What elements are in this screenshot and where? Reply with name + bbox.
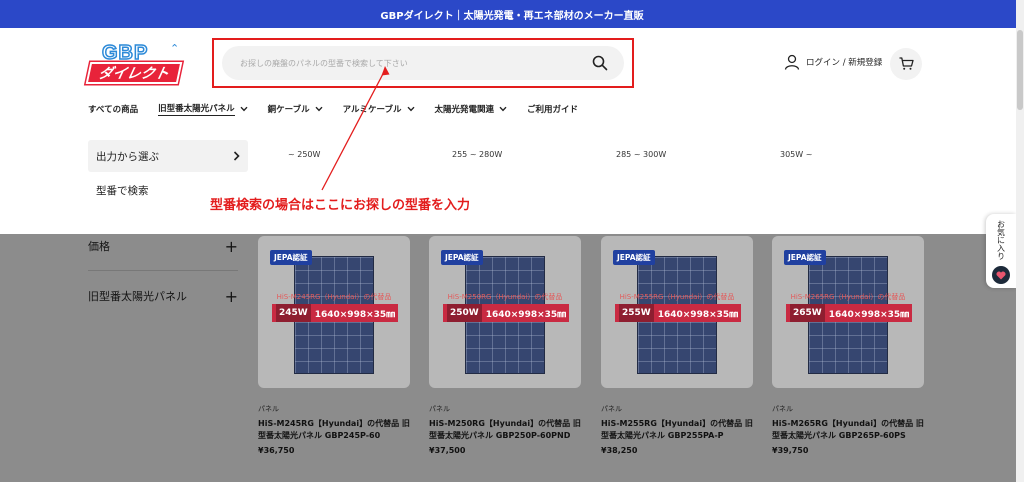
announcement-bar: GBPダイレクト｜太陽光発電・再エネ部材のメーカー直販: [0, 0, 1024, 28]
chevron-down-icon: [240, 106, 248, 112]
logo-arrow-icon: ⌃: [170, 42, 180, 55]
main-nav: すべての商品 旧型番太陽光パネル 銅ケーブル アルミケーブル 太陽光発電関連 ご…: [88, 102, 598, 116]
jepa-badge: JEPA認証: [613, 250, 655, 265]
dropdown-item-label: 型番で検索: [96, 184, 149, 197]
nav-guide[interactable]: ご利用ガイド: [527, 102, 578, 116]
product-size: 1640×998×35㎜: [828, 309, 910, 320]
favorites-label: お気に入り: [996, 220, 1006, 260]
site-logo[interactable]: GBP ⌃ ダイレクト: [84, 41, 184, 86]
filter-divider: [88, 270, 238, 271]
search-input[interactable]: [240, 58, 590, 68]
chevron-down-icon: [315, 106, 323, 112]
heart-icon: [992, 266, 1010, 284]
plus-icon: +: [224, 236, 238, 256]
search-icon: [592, 55, 608, 71]
product-watt: 245W: [276, 304, 311, 322]
dropdown-item-label: 出力から選ぶ: [96, 150, 159, 163]
product-size: 1640×998×35㎜: [485, 309, 567, 320]
dropdown-option-over-305[interactable]: 305W ~: [780, 150, 812, 159]
product-title[interactable]: HiS-M250RG【Hyundai】の代替品 旧型番太陽光パネル GBP250…: [429, 418, 581, 442]
product-card[interactable]: JEPA認証 HiS-M265RG（Hyundai）の代替品 265W 1640…: [772, 236, 924, 455]
product-price: ¥36,750: [258, 446, 295, 455]
product-price: ¥37,500: [429, 446, 466, 455]
product-size: 1640×998×35㎜: [657, 309, 739, 320]
product-spec-stripe: 255W 1640×998×35㎜: [615, 304, 741, 322]
chevron-down-icon: [499, 106, 507, 112]
site-header: GBP ⌃ ダイレクト ログイン / 新規登録 すべての商品: [0, 28, 1016, 124]
cart-button[interactable]: [890, 48, 922, 80]
annotation-text: 型番検索の場合はここにお探しの型番を入力: [210, 198, 471, 213]
filter-label: 価格: [88, 240, 110, 253]
product-spec-stripe: 245W 1640×998×35㎜: [272, 304, 398, 322]
nav-label: 旧型番太陽光パネル: [158, 104, 235, 116]
nav-solar-related[interactable]: 太陽光発電関連: [435, 102, 508, 116]
product-overlay-model: HiS-M245RG（Hyundai）の代替品: [276, 293, 392, 301]
mega-dropdown: 出力から選ぶ 型番で検索 ~ 250W 255 ~ 280W 285 ~ 300…: [0, 124, 1016, 234]
dropdown-option-285-300[interactable]: 285 ~ 300W: [616, 150, 666, 159]
product-watt: 265W: [790, 304, 825, 322]
product-watt: 250W: [447, 304, 482, 322]
nav-label: ご利用ガイド: [527, 105, 579, 115]
chevron-right-icon: [233, 151, 240, 161]
cart-icon: [899, 57, 914, 70]
nav-label: アルミケーブル: [342, 105, 402, 115]
filter-price[interactable]: 価格 +: [88, 234, 238, 258]
product-card[interactable]: JEPA認証 HiS-M250RG（Hyundai）の代替品 250W 1640…: [429, 236, 581, 455]
nav-all-products[interactable]: すべての商品: [88, 102, 138, 116]
filter-legacy-panels[interactable]: 旧型番太陽光パネル +: [88, 284, 238, 308]
plus-icon: +: [224, 286, 238, 306]
dimmed-product-area: 価格 + 旧型番太陽光パネル + JEPA認証 HiS-M245RG（Hyund…: [0, 234, 1016, 482]
jepa-badge: JEPA認証: [784, 250, 826, 265]
product-card[interactable]: JEPA認証 HiS-M245RG（Hyundai）の代替品 245W 1640…: [258, 236, 410, 455]
nav-copper-cable[interactable]: 銅ケーブル: [268, 102, 323, 116]
login-link[interactable]: ログイン / 新規登録: [784, 54, 882, 70]
dropdown-item-by-output[interactable]: 出力から選ぶ: [88, 140, 248, 172]
product-image[interactable]: JEPA認証 HiS-M245RG（Hyundai）の代替品 245W 1640…: [258, 236, 410, 388]
product-category: パネル: [258, 405, 279, 413]
nav-label: 銅ケーブル: [267, 105, 310, 115]
product-spec-stripe: 265W 1640×998×35㎜: [786, 304, 912, 322]
scrollbar-thumb[interactable]: [1017, 30, 1023, 110]
announcement-text: GBPダイレクト｜太陽光発電・再エネ部材のメーカー直販: [380, 10, 644, 22]
product-card[interactable]: JEPA認証 HiS-M255RG（Hyundai）の代替品 255W 1640…: [601, 236, 753, 455]
filter-label: 旧型番太陽光パネル: [88, 290, 187, 303]
product-image[interactable]: JEPA認証 HiS-M265RG（Hyundai）の代替品 265W 1640…: [772, 236, 924, 388]
product-overlay-model: HiS-M255RG（Hyundai）の代替品: [619, 293, 735, 301]
nav-aluminum-cable[interactable]: アルミケーブル: [343, 102, 415, 116]
chevron-down-icon: [406, 106, 415, 112]
product-spec-stripe: 250W 1640×998×35㎜: [443, 304, 569, 322]
search-button[interactable]: [590, 53, 610, 73]
product-price: ¥38,250: [601, 446, 638, 455]
user-icon: [784, 54, 800, 70]
product-title[interactable]: HiS-M245RG【Hyundai】の代替品 旧型番太陽光パネル GBP245…: [258, 418, 410, 442]
product-title[interactable]: HiS-M265RG【Hyundai】の代替品 旧型番太陽光パネル GBP265…: [772, 418, 924, 442]
nav-label: すべての商品: [88, 105, 139, 115]
jepa-badge: JEPA認証: [441, 250, 483, 265]
jepa-badge: JEPA認証: [270, 250, 312, 265]
page-scrollbar[interactable]: [1016, 0, 1024, 482]
dropdown-option-under-250[interactable]: ~ 250W: [288, 150, 320, 159]
logo-brand-text: ダイレクト: [85, 62, 183, 84]
product-category: パネル: [601, 405, 622, 413]
dropdown-option-255-280[interactable]: 255 ~ 280W: [452, 150, 502, 159]
favorites-tab[interactable]: お気に入り: [986, 214, 1016, 288]
product-price: ¥39,750: [772, 446, 809, 455]
product-size: 1640×998×35㎜: [314, 309, 396, 320]
nav-label: 太陽光発電関連: [434, 105, 495, 115]
search-bar: [222, 46, 624, 80]
product-category: パネル: [429, 405, 450, 413]
product-watt: 255W: [619, 304, 654, 322]
product-overlay-model: HiS-M250RG（Hyundai）の代替品: [447, 293, 563, 301]
product-overlay-model: HiS-M265RG（Hyundai）の代替品: [790, 293, 906, 301]
product-title[interactable]: HiS-M255RG【Hyundai】の代替品 旧型番太陽光パネル GBP255…: [601, 418, 753, 442]
login-label: ログイン / 新規登録: [806, 58, 883, 68]
product-image[interactable]: JEPA認証 HiS-M250RG（Hyundai）の代替品 250W 1640…: [429, 236, 581, 388]
nav-legacy-panels[interactable]: 旧型番太陽光パネル: [158, 102, 248, 116]
product-category: パネル: [772, 405, 793, 413]
product-image[interactable]: JEPA認証 HiS-M255RG（Hyundai）の代替品 255W 1640…: [601, 236, 753, 388]
